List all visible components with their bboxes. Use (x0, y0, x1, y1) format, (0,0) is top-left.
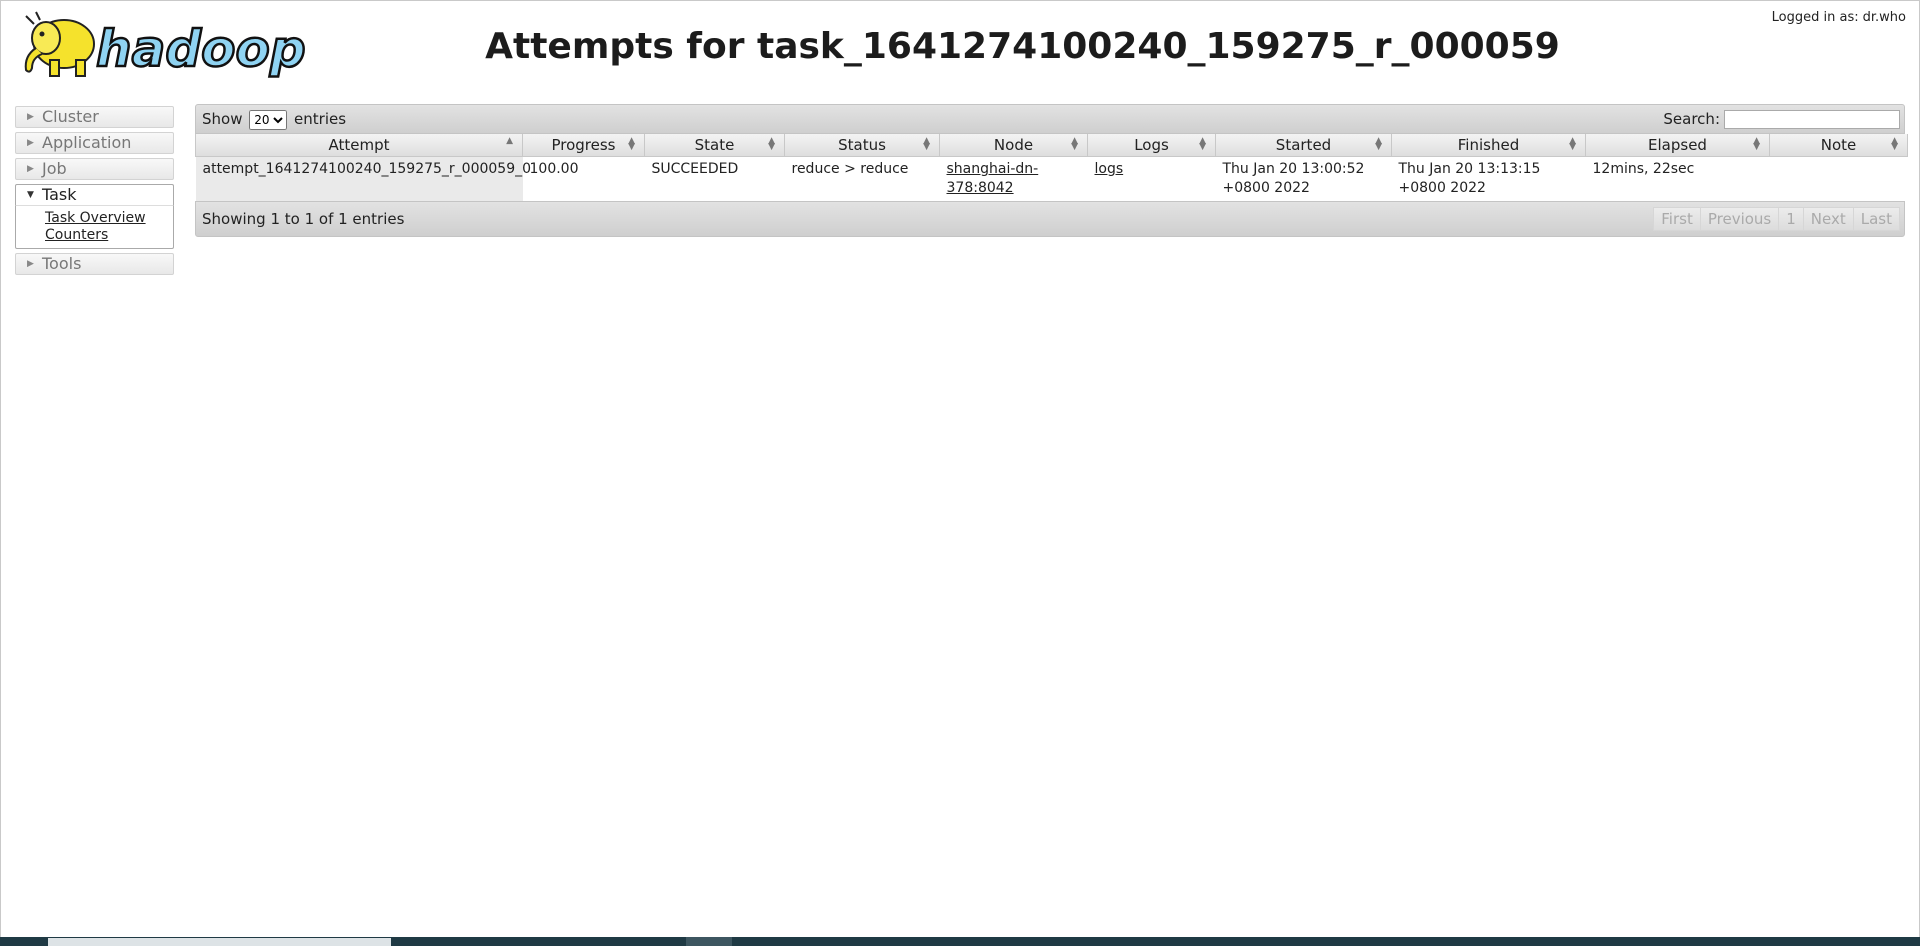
triangle-right-icon: ▶ (27, 164, 34, 174)
cell-started: Thu Jan 20 13:00:52 +0800 2022 (1216, 157, 1392, 202)
taskbar-window-button[interactable] (48, 938, 391, 946)
column-header-started[interactable]: Started ▲ ▼ (1215, 134, 1392, 157)
triangle-right-icon: ▶ (27, 138, 34, 148)
pager-last-button[interactable]: Last (1852, 207, 1900, 231)
page-size-select[interactable]: 20 (249, 110, 288, 130)
column-header-label: Finished (1457, 136, 1520, 154)
sort-both-icon: ▲ ▼ (628, 136, 635, 152)
table-toolbar: Show 20 entries Search: (195, 104, 1905, 134)
cell-status: reduce > reduce (791, 161, 909, 177)
column-header-label: Progress (551, 136, 616, 154)
entries-label: entries (294, 110, 347, 128)
column-header-logs[interactable]: Logs ▲ ▼ (1087, 134, 1216, 157)
logged-in-user: dr.who (1862, 10, 1906, 25)
cell-node: shanghai-dn- 378:8042 (940, 157, 1088, 202)
cell-note (1770, 157, 1908, 202)
counters-link[interactable]: Counters (45, 227, 173, 244)
triangle-right-icon: ▶ (27, 259, 34, 269)
sidebar-item-application[interactable]: ▶ Application (15, 132, 174, 154)
table-header-row: Attempt ▲ Progress ▲ ▼ State ▲ ▼ Status ▲ ▼ Nod… (195, 134, 1908, 157)
sidebar-item-label: Application (42, 133, 132, 152)
cell-attempt: attempt_1641274100240_159275_r_000059_0 (195, 156, 531, 201)
sort-both-icon: ▲ ▼ (1071, 136, 1078, 152)
attempts-table-wrapper: Show 20 entries Search: Attempt ▲ Progres… (195, 104, 1908, 237)
finished-line2: +0800 2022 (1398, 180, 1486, 196)
sort-both-icon: ▲ ▼ (1375, 136, 1382, 152)
sort-both-icon: ▲ ▼ (923, 136, 930, 152)
sidebar-nav: ▶ Cluster ▶ Application ▶ Job ▼ Task Tas… (15, 106, 174, 279)
sort-both-icon: ▲ ▼ (1753, 136, 1760, 152)
task-submenu: Task Overview Counters (15, 205, 174, 249)
triangle-down-icon: ▼ (27, 190, 34, 200)
column-header-label: Node (993, 136, 1034, 154)
column-header-label: Started (1275, 136, 1332, 154)
show-label: Show (202, 110, 243, 128)
column-header-finished[interactable]: Finished ▲ ▼ (1391, 134, 1586, 157)
sidebar-item-label: Cluster (42, 107, 99, 126)
pagination: First Previous 1 Next Last (1653, 207, 1900, 231)
page-title: Attempts for task_1641274100240_159275_r… (485, 26, 1560, 67)
sidebar-item-label: Task (42, 185, 77, 204)
task-overview-link[interactable]: Task Overview (45, 210, 173, 227)
sidebar-item-label: Tools (42, 254, 82, 273)
sidebar-item-cluster[interactable]: ▶ Cluster (15, 106, 174, 128)
column-header-state[interactable]: State ▲ ▼ (644, 134, 785, 157)
table-footer: Showing 1 to 1 of 1 entries First Previo… (195, 201, 1905, 237)
node-link-line1: shanghai-dn- (946, 161, 1039, 177)
os-taskbar (0, 937, 1920, 946)
search-label: Search: (1663, 110, 1720, 128)
pager-next-button[interactable]: Next (1802, 207, 1854, 231)
sort-both-icon: ▲ ▼ (1199, 136, 1206, 152)
sort-both-icon: ▲ ▼ (1891, 136, 1898, 152)
started-line1: Thu Jan 20 13:00:52 (1222, 161, 1365, 177)
table-row: attempt_1641274100240_159275_r_000059_0 … (195, 156, 1908, 202)
page-size-control: Show 20 entries (202, 110, 346, 130)
search-input[interactable] (1724, 110, 1900, 129)
cell-progress: 100.00 (529, 161, 579, 177)
column-header-attempt[interactable]: Attempt ▲ (195, 134, 523, 157)
column-header-progress[interactable]: Progress ▲ ▼ (522, 134, 645, 157)
column-header-label: State (694, 136, 735, 154)
sidebar-item-label: Job (42, 159, 67, 178)
node-link[interactable]: shanghai-dn- 378:8042 (947, 161, 1039, 196)
finished-line1: Thu Jan 20 13:13:15 (1398, 161, 1541, 177)
column-header-label: Logs (1134, 136, 1169, 154)
column-header-note[interactable]: Note ▲ ▼ (1769, 134, 1908, 157)
triangle-right-icon: ▶ (27, 112, 34, 122)
sort-ascending-icon: ▲ (506, 136, 513, 146)
cell-state: SUCCEEDED (651, 161, 739, 177)
logged-in-indicator: Logged in as: dr.who (1772, 10, 1906, 25)
cell-elapsed: 12mins, 22sec (1592, 161, 1695, 177)
logs-link[interactable]: logs (1095, 161, 1124, 177)
column-header-node[interactable]: Node ▲ ▼ (939, 134, 1088, 157)
sidebar-item-task[interactable]: ▼ Task (15, 184, 174, 205)
search-control: Search: (1663, 110, 1900, 129)
attempts-table: Attempt ▲ Progress ▲ ▼ State ▲ ▼ Status ▲ ▼ Nod… (195, 134, 1908, 201)
column-header-elapsed[interactable]: Elapsed ▲ ▼ (1585, 134, 1770, 157)
pager-first-button[interactable]: First (1653, 207, 1701, 231)
table-info: Showing 1 to 1 of 1 entries (202, 210, 405, 228)
started-line2: +0800 2022 (1222, 180, 1310, 196)
column-header-label: Status (838, 136, 886, 154)
column-header-status[interactable]: Status ▲ ▼ (784, 134, 940, 157)
sort-both-icon: ▲ ▼ (1569, 136, 1576, 152)
sidebar-item-job[interactable]: ▶ Job (15, 158, 174, 180)
column-header-label: Attempt (328, 136, 390, 154)
sidebar-item-tools[interactable]: ▶ Tools (15, 253, 174, 275)
cell-logs: logs (1088, 157, 1216, 202)
taskbar-app-button[interactable] (686, 937, 732, 946)
column-header-label: Note (1820, 136, 1857, 154)
pager-previous-button[interactable]: Previous (1699, 207, 1780, 231)
logged-in-label: Logged in as: (1771, 10, 1859, 25)
cell-finished: Thu Jan 20 13:13:15 +0800 2022 (1392, 157, 1586, 202)
column-header-label: Elapsed (1648, 136, 1707, 154)
sort-both-icon: ▲ ▼ (768, 136, 775, 152)
node-link-line2: 378:8042 (946, 180, 1014, 196)
pager-page-1-button[interactable]: 1 (1778, 207, 1804, 231)
